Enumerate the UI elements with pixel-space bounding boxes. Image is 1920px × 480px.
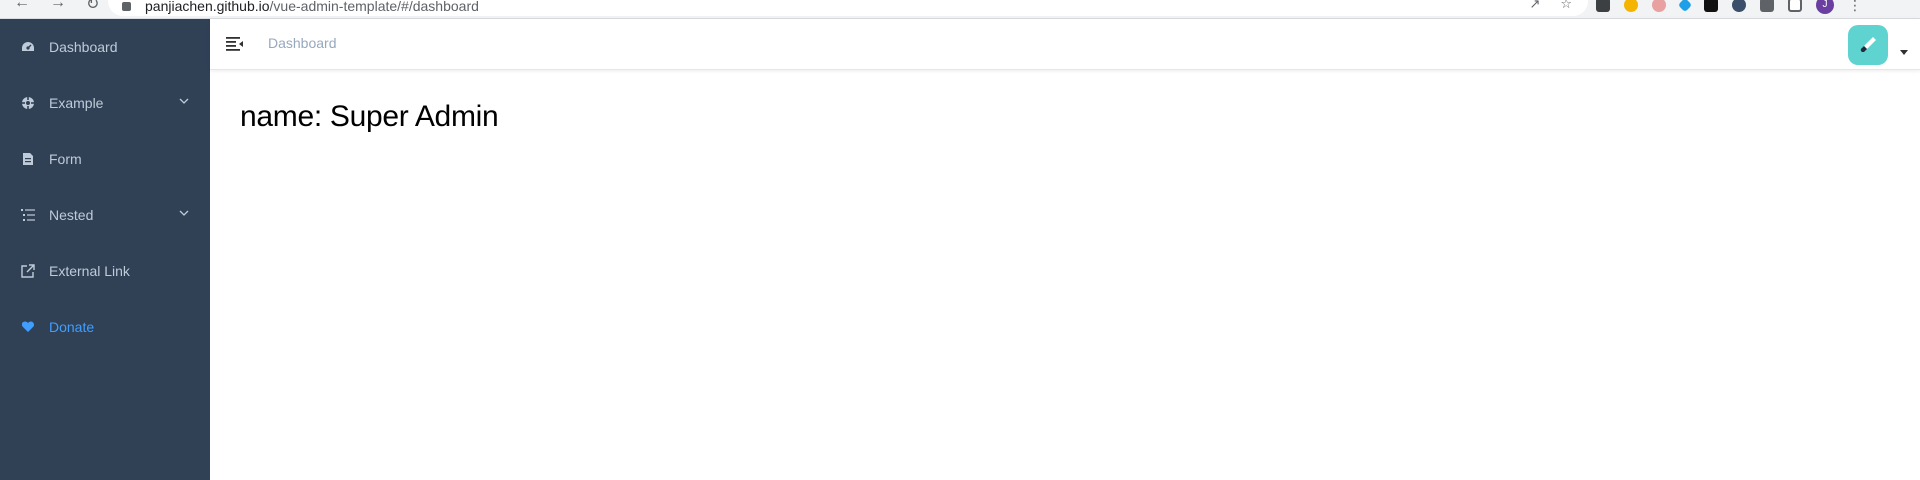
lock-icon[interactable] bbox=[122, 1, 131, 11]
sidebar-item-label: Dashboard bbox=[49, 39, 118, 55]
kebab-menu-icon[interactable]: ⋮ bbox=[1848, 0, 1862, 14]
avatar[interactable] bbox=[1848, 25, 1888, 65]
address-bar[interactable]: panjiachen.github.io/vue-admin-template/… bbox=[108, 0, 1588, 16]
chevron-down-icon bbox=[179, 98, 189, 104]
sidebar-item-example[interactable]: Example bbox=[0, 75, 210, 131]
sidebar-item-form[interactable]: Form bbox=[0, 131, 210, 187]
sidebar-item-label: External Link bbox=[49, 263, 130, 279]
sidebar-item-label: Donate bbox=[49, 319, 95, 335]
sidebar-item-label: Example bbox=[49, 95, 104, 111]
nested-icon bbox=[20, 207, 36, 223]
extension-icon[interactable] bbox=[1704, 0, 1718, 12]
sidebar-item-dashboard[interactable]: Dashboard bbox=[0, 19, 210, 75]
side-panel-icon[interactable] bbox=[1788, 0, 1802, 12]
sidebar-item-nested[interactable]: Nested bbox=[0, 187, 210, 243]
extension-icon[interactable] bbox=[1652, 0, 1666, 12]
browser-nav-buttons: ← → ↻ bbox=[14, 0, 99, 14]
donate-icon bbox=[20, 319, 36, 335]
example-icon bbox=[20, 95, 36, 111]
extensions-area: J ⋮ bbox=[1596, 0, 1862, 14]
url-path: /vue-admin-template/#/dashboard bbox=[269, 0, 479, 14]
chevron-down-icon bbox=[179, 210, 189, 216]
app-root: Dashboard Example Form Nested External L… bbox=[0, 19, 1920, 480]
puzzle-icon[interactable] bbox=[1760, 0, 1774, 12]
sidebar-item-donate[interactable]: Donate bbox=[0, 299, 210, 355]
form-icon bbox=[20, 151, 36, 167]
extension-icon[interactable] bbox=[1624, 0, 1638, 12]
breadcrumb[interactable]: Dashboard bbox=[268, 35, 337, 51]
url-host: panjiachen.github.io bbox=[145, 0, 270, 14]
caret-down-icon[interactable] bbox=[1900, 50, 1908, 55]
sidebar-item-external-link[interactable]: External Link bbox=[0, 243, 210, 299]
url-text[interactable]: panjiachen.github.io/vue-admin-template/… bbox=[145, 0, 479, 14]
profile-avatar[interactable]: J bbox=[1816, 0, 1834, 14]
sidebar-item-label: Form bbox=[49, 151, 82, 167]
external-link-icon bbox=[20, 263, 36, 279]
address-bar-actions: ↗ ☆ bbox=[1529, 0, 1572, 12]
sidebar: Dashboard Example Form Nested External L… bbox=[0, 19, 210, 480]
navbar: Dashboard bbox=[210, 19, 1920, 70]
avatar-icon bbox=[1860, 37, 1876, 52]
reload-icon[interactable]: ↻ bbox=[86, 0, 99, 14]
bookmark-star-icon[interactable]: ☆ bbox=[1560, 0, 1572, 12]
back-icon[interactable]: ← bbox=[14, 0, 30, 14]
dashboard-icon bbox=[20, 39, 36, 55]
extension-icon[interactable] bbox=[1732, 0, 1746, 12]
extension-icon[interactable] bbox=[1596, 0, 1610, 12]
sidebar-item-label: Nested bbox=[49, 207, 94, 223]
hamburger-icon[interactable] bbox=[226, 36, 244, 52]
forward-icon[interactable]: → bbox=[50, 0, 66, 14]
main-area: Dashboard name: Super Admin bbox=[210, 19, 1920, 480]
share-icon[interactable]: ↗ bbox=[1529, 0, 1540, 12]
dashboard-content: name: Super Admin bbox=[210, 70, 1920, 134]
extension-icon[interactable] bbox=[1677, 0, 1693, 13]
dashboard-name-text: name: Super Admin bbox=[240, 100, 499, 133]
browser-toolbar: ← → ↻ panjiachen.github.io/vue-admin-tem… bbox=[0, 0, 1920, 19]
